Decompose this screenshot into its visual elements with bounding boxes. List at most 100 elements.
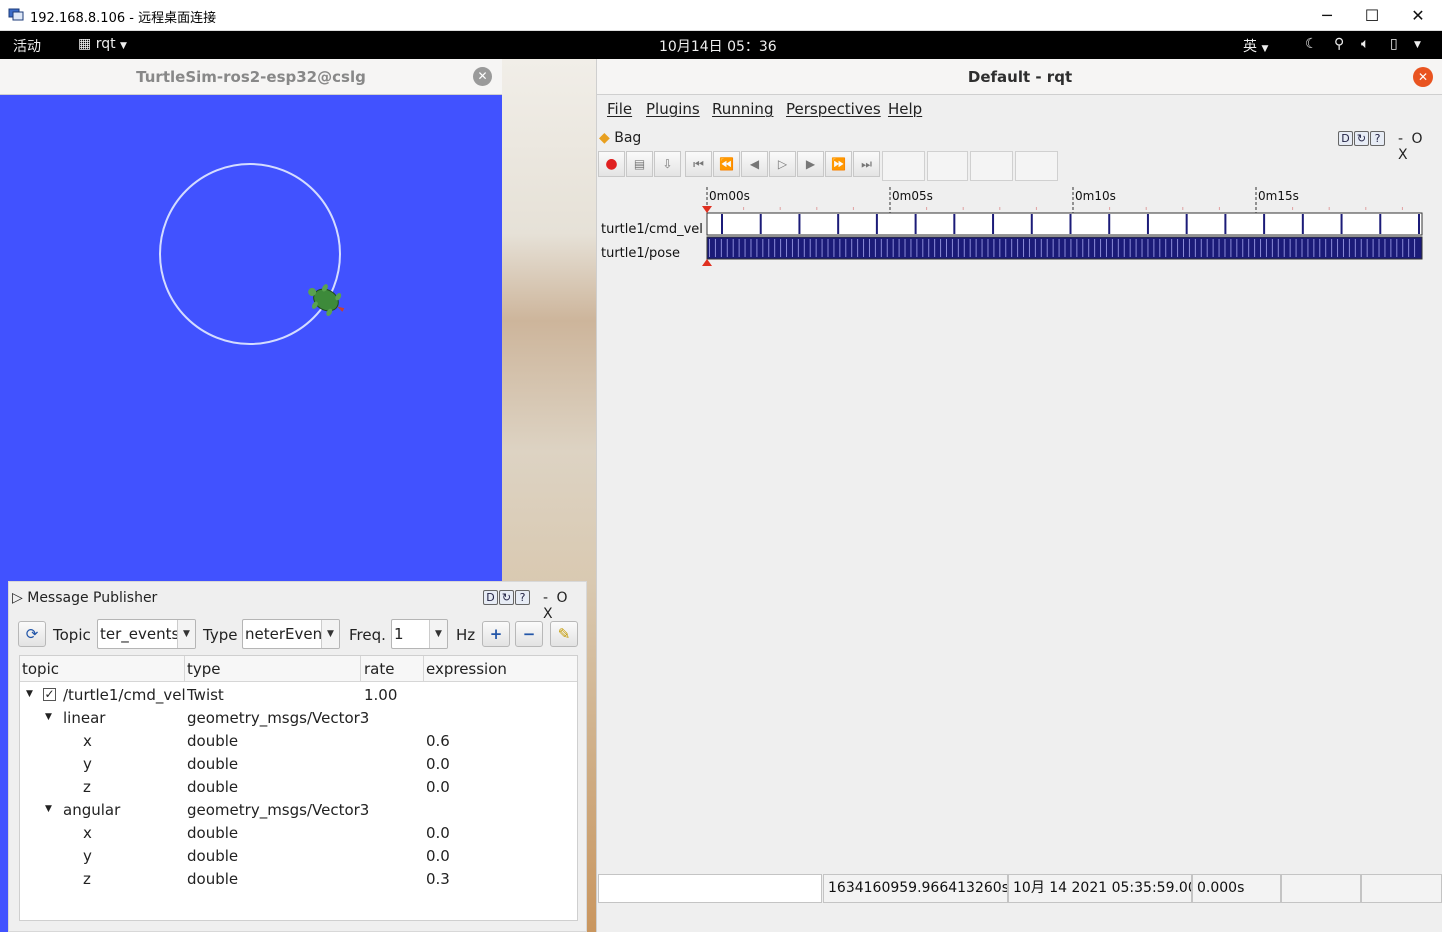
pose-message-tick[interactable] bbox=[1212, 239, 1214, 257]
expand-arrow-icon[interactable]: ▼ bbox=[26, 689, 33, 699]
cmd-vel-message-tick[interactable] bbox=[759, 214, 762, 234]
pose-message-tick[interactable] bbox=[1070, 239, 1072, 257]
pose-message-tick[interactable] bbox=[1111, 239, 1113, 257]
pose-message-tick[interactable] bbox=[898, 239, 900, 257]
expand-arrow-icon[interactable]: ▼ bbox=[45, 804, 52, 814]
pose-message-tick[interactable] bbox=[880, 239, 882, 257]
pose-message-tick[interactable] bbox=[780, 239, 782, 257]
pose-message-tick[interactable] bbox=[951, 239, 953, 257]
pose-message-tick[interactable] bbox=[999, 239, 1001, 257]
pose-message-tick[interactable] bbox=[1023, 239, 1025, 257]
pose-message-tick[interactable] bbox=[809, 239, 811, 257]
type-combobox[interactable]: neterEvent ▼ bbox=[242, 619, 340, 649]
pose-message-tick[interactable] bbox=[1028, 239, 1030, 257]
pose-message-tick[interactable] bbox=[774, 239, 776, 257]
pose-message-tick[interactable] bbox=[946, 239, 947, 257]
pose-message-tick[interactable] bbox=[1188, 239, 1190, 257]
pose-message-tick[interactable] bbox=[857, 239, 859, 257]
pose-message-tick[interactable] bbox=[791, 239, 793, 257]
table-row[interactable]: y double 0.0 bbox=[20, 845, 577, 868]
topic-combobox[interactable]: ter_events ▼ bbox=[97, 619, 196, 649]
pose-message-tick[interactable] bbox=[1076, 239, 1078, 257]
pose-message-tick[interactable] bbox=[1005, 239, 1007, 257]
pose-message-tick[interactable] bbox=[1230, 239, 1232, 257]
pose-message-tick[interactable] bbox=[1283, 239, 1285, 257]
pose-message-tick[interactable] bbox=[904, 239, 906, 257]
close-button[interactable]: ✕ bbox=[1395, 2, 1441, 28]
pose-message-tick[interactable] bbox=[1206, 239, 1208, 257]
collapse-triangle-icon[interactable]: ▷ bbox=[12, 590, 23, 606]
pose-message-tick[interactable] bbox=[868, 239, 870, 257]
close-icon[interactable]: ✕ bbox=[473, 67, 492, 86]
clear-publishers-button[interactable]: ✎ bbox=[550, 621, 578, 647]
pose-message-tick[interactable] bbox=[1277, 239, 1279, 257]
topic-label-pose[interactable]: turtle1/pose bbox=[601, 246, 680, 261]
pose-message-tick[interactable] bbox=[768, 239, 770, 257]
cmd-vel-message-tick[interactable] bbox=[798, 214, 801, 234]
pose-message-tick[interactable] bbox=[726, 239, 728, 257]
pose-message-tick[interactable] bbox=[750, 239, 752, 257]
pose-message-tick[interactable] bbox=[916, 239, 918, 257]
expand-arrow-icon[interactable]: ▼ bbox=[45, 712, 52, 722]
maximize-button[interactable]: ☐ bbox=[1349, 2, 1395, 28]
table-row[interactable]: z double 0.3 bbox=[20, 868, 577, 891]
pose-message-tick[interactable] bbox=[720, 239, 722, 257]
activities-button[interactable]: 活动 bbox=[13, 36, 41, 56]
app-menu[interactable]: ▦ rqt ▼ bbox=[78, 36, 127, 52]
topic-label-cmd-vel[interactable]: turtle1/cmd_vel bbox=[601, 222, 703, 237]
pose-message-tick[interactable] bbox=[732, 239, 734, 257]
bag-timeline[interactable]: 0m00s 0m05s 0m10s 0m15s turtle1/cmd_vel tur… bbox=[597, 179, 1442, 329]
pose-message-tick[interactable] bbox=[1224, 239, 1226, 257]
pose-message-tick[interactable] bbox=[1082, 239, 1084, 257]
zoom-reset-button[interactable] bbox=[970, 151, 1013, 181]
pose-message-tick[interactable] bbox=[833, 239, 835, 257]
column-header-topic[interactable]: topic bbox=[22, 660, 59, 678]
pose-message-tick[interactable] bbox=[1135, 239, 1137, 257]
cmd-vel-message-tick[interactable] bbox=[1301, 214, 1304, 234]
table-row[interactable]: x double 0.0 bbox=[20, 822, 577, 845]
pose-message-tick[interactable] bbox=[1408, 239, 1410, 257]
pose-message-tick[interactable] bbox=[886, 239, 888, 257]
refresh-topics-button[interactable]: ⟳ bbox=[18, 621, 46, 647]
pose-message-tick[interactable] bbox=[1366, 239, 1368, 257]
cmd-vel-message-tick[interactable] bbox=[1418, 214, 1420, 234]
pose-message-tick[interactable] bbox=[1040, 239, 1042, 257]
row-expression[interactable]: 0.0 bbox=[426, 755, 450, 773]
freq-combobox[interactable]: 1 ▼ bbox=[391, 619, 448, 649]
pose-message-tick[interactable] bbox=[851, 239, 853, 257]
pose-message-tick[interactable] bbox=[1295, 239, 1297, 257]
pose-message-tick[interactable] bbox=[1011, 239, 1013, 257]
pose-message-tick[interactable] bbox=[993, 239, 995, 257]
reload-icon[interactable]: ↻ bbox=[499, 590, 514, 605]
table-row[interactable]: ▼ ✓ /turtle1/cmd_vel Twist 1.00 bbox=[20, 684, 577, 707]
cmd-vel-message-tick[interactable] bbox=[1146, 214, 1149, 234]
pose-message-tick[interactable] bbox=[963, 239, 965, 257]
pose-message-tick[interactable] bbox=[1218, 239, 1220, 257]
column-header-expression[interactable]: expression bbox=[426, 660, 507, 678]
pose-message-tick[interactable] bbox=[827, 239, 829, 257]
rewind-icon[interactable]: ⏪ bbox=[713, 151, 740, 177]
cmd-vel-message-tick[interactable] bbox=[721, 214, 723, 234]
cmd-vel-message-tick[interactable] bbox=[1185, 214, 1188, 234]
zoom-out-button[interactable] bbox=[927, 151, 968, 181]
enable-checkbox[interactable]: ✓ bbox=[43, 688, 56, 701]
pose-message-tick[interactable] bbox=[1105, 239, 1107, 257]
pose-message-tick[interactable] bbox=[1123, 239, 1125, 257]
cmd-vel-message-tick[interactable] bbox=[1340, 214, 1343, 234]
pose-message-tick[interactable] bbox=[1153, 239, 1155, 257]
pose-message-tick[interactable] bbox=[969, 239, 971, 257]
cmd-vel-message-tick[interactable] bbox=[1030, 214, 1033, 234]
pose-message-tick[interactable] bbox=[1200, 239, 1202, 257]
minimize-button[interactable]: ─ bbox=[1304, 2, 1350, 28]
pose-message-tick[interactable] bbox=[934, 239, 936, 257]
menu-file[interactable]: File bbox=[607, 100, 632, 118]
cmd-vel-message-tick[interactable] bbox=[953, 214, 956, 234]
table-row[interactable]: x double 0.6 bbox=[20, 730, 577, 753]
pose-message-tick[interactable] bbox=[1017, 239, 1019, 257]
pose-message-tick[interactable] bbox=[1248, 239, 1250, 257]
cmd-vel-message-tick[interactable] bbox=[1379, 214, 1382, 234]
pose-message-tick[interactable] bbox=[1325, 239, 1327, 257]
remove-publisher-button[interactable]: − bbox=[515, 621, 543, 647]
row-expression[interactable]: 0.0 bbox=[426, 847, 450, 865]
pose-message-tick[interactable] bbox=[1100, 239, 1102, 257]
